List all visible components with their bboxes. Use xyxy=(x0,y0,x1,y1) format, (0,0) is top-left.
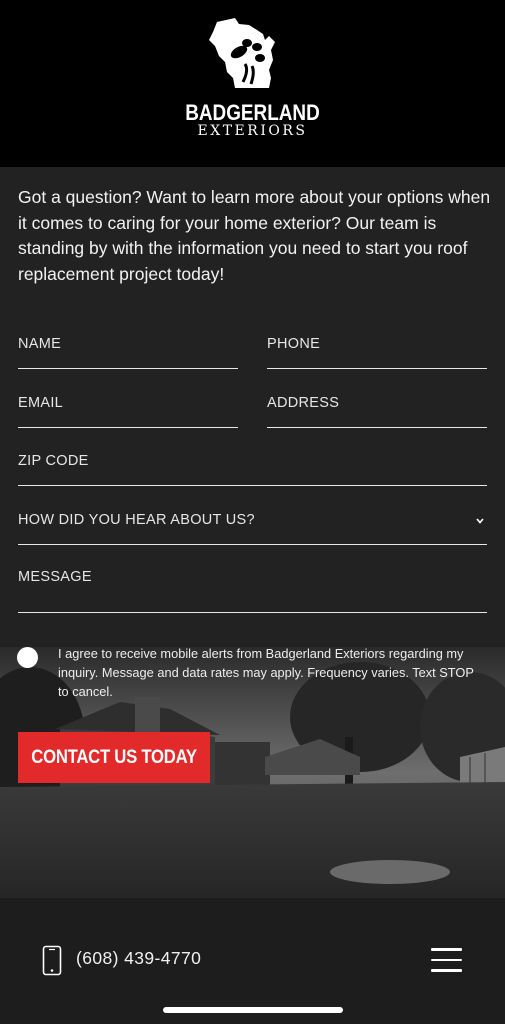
consent-checkbox[interactable] xyxy=(17,647,38,668)
badger-paw-logo-icon xyxy=(209,18,275,88)
intro-text: Got a question? Want to learn more about… xyxy=(18,187,491,284)
contact-us-button[interactable]: CONTACT US TODAY xyxy=(18,732,210,783)
address-field[interactable]: ADDRESS xyxy=(267,395,487,428)
contact-us-button-label: CONTACT US TODAY xyxy=(31,746,197,768)
chevron-down-icon xyxy=(476,518,484,524)
phone-placeholder: PHONE xyxy=(267,336,321,352)
name-field[interactable]: NAME xyxy=(18,336,238,369)
contact-section: Got a question? Want to learn more about… xyxy=(0,167,505,898)
message-field[interactable]: MESSAGE xyxy=(18,569,487,613)
email-placeholder: EMAIL xyxy=(18,395,64,411)
site-header: BADGERLAND EXTERIORS xyxy=(0,0,505,167)
mobile-phone-icon[interactable] xyxy=(42,945,62,976)
referral-placeholder: HOW DID YOU HEAR ABOUT US? xyxy=(18,512,255,528)
phone-field[interactable]: PHONE xyxy=(267,336,487,369)
zip-code-field[interactable]: ZIP CODE xyxy=(18,453,487,486)
email-field[interactable]: EMAIL xyxy=(18,395,238,428)
zip-code-placeholder: ZIP CODE xyxy=(18,453,89,469)
message-placeholder: MESSAGE xyxy=(18,569,92,585)
referral-select[interactable]: HOW DID YOU HEAR ABOUT US? xyxy=(18,512,487,545)
hamburger-menu-icon[interactable] xyxy=(431,948,462,972)
phone-number-link[interactable]: (608) 439-4770 xyxy=(76,948,201,969)
address-placeholder: ADDRESS xyxy=(267,395,340,411)
bottom-bar: (608) 439-4770 xyxy=(0,898,505,1024)
name-placeholder: NAME xyxy=(18,336,62,352)
consent-text: I agree to receive mobile alerts from Ba… xyxy=(58,646,474,699)
brand-subtitle: EXTERIORS xyxy=(197,123,308,139)
brand-logo[interactable]: BADGERLAND EXTERIORS xyxy=(0,0,505,167)
home-indicator xyxy=(163,1007,343,1013)
